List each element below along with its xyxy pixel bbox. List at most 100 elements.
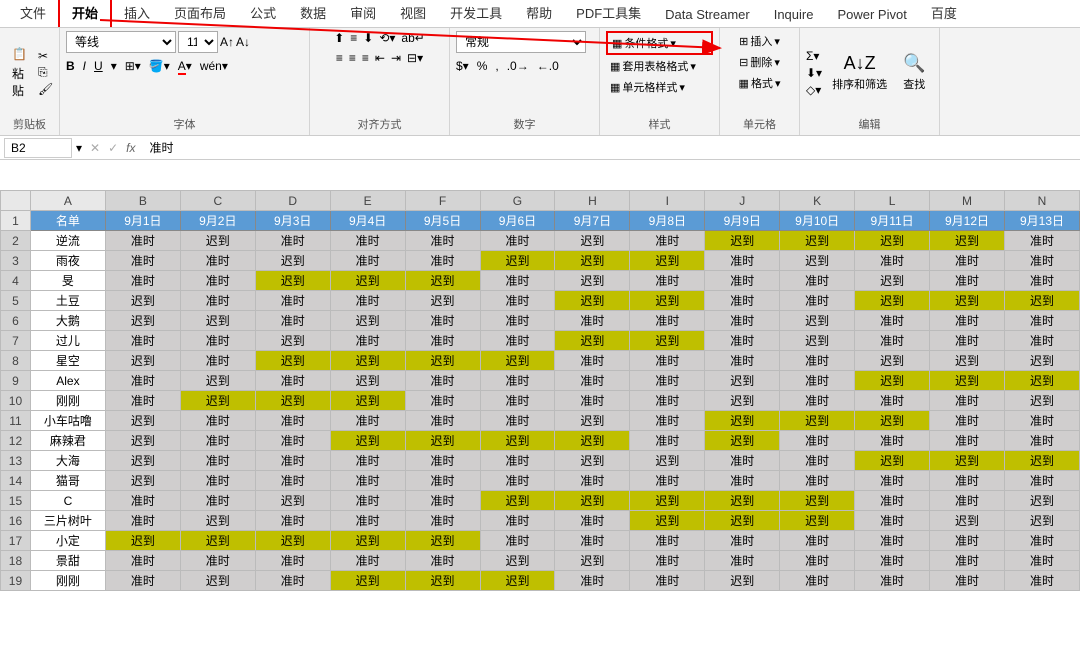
data-cell[interactable]: 准时 [705, 551, 780, 571]
data-cell[interactable]: 迟到 [330, 571, 405, 591]
data-cell[interactable]: 准时 [855, 391, 930, 411]
data-cell[interactable]: 迟到 [1004, 511, 1079, 531]
data-cell[interactable]: 迟到 [930, 291, 1005, 311]
data-cell[interactable]: 准时 [855, 251, 930, 271]
data-cell[interactable]: 准时 [255, 311, 330, 331]
data-cell[interactable]: 迟到 [780, 331, 855, 351]
data-cell[interactable]: 准时 [330, 551, 405, 571]
data-cell[interactable]: 准时 [630, 551, 705, 571]
row-header-9[interactable]: 9 [1, 371, 31, 391]
row-header-3[interactable]: 3 [1, 251, 31, 271]
data-cell[interactable]: 迟到 [705, 431, 780, 451]
insert-cells-button[interactable]: ⊞插入▾ [735, 31, 784, 51]
col-header-F[interactable]: F [405, 191, 480, 211]
data-cell[interactable]: 准时 [180, 291, 255, 311]
font-color-icon[interactable]: A▾ [178, 59, 192, 73]
data-cell[interactable]: 准时 [930, 431, 1005, 451]
row-header-12[interactable]: 12 [1, 431, 31, 451]
row-header-18[interactable]: 18 [1, 551, 31, 571]
sort-filter-button[interactable]: A↓Z 排序和筛选 [826, 51, 893, 94]
data-cell[interactable]: 准时 [705, 311, 780, 331]
name-cell[interactable]: 大海 [30, 451, 105, 471]
data-cell[interactable]: 准时 [930, 391, 1005, 411]
data-cell[interactable]: 迟到 [105, 531, 180, 551]
data-cell[interactable]: 迟到 [555, 331, 630, 351]
data-cell[interactable]: 迟到 [855, 291, 930, 311]
tab-开始[interactable]: 开始 [58, 0, 112, 27]
tab-页面布局[interactable]: 页面布局 [162, 0, 238, 27]
data-cell[interactable]: 准时 [480, 291, 555, 311]
align-middle-icon[interactable]: ≡ [350, 31, 357, 45]
data-cell[interactable]: 迟到 [330, 431, 405, 451]
name-cell[interactable]: Alex [30, 371, 105, 391]
delete-cells-button[interactable]: ⊟删除▾ [735, 52, 784, 72]
data-cell[interactable]: 准时 [630, 531, 705, 551]
table-format-button[interactable]: ▦ 套用表格格式▾ [606, 56, 713, 76]
data-cell[interactable]: 准时 [180, 351, 255, 371]
col-header-I[interactable]: I [630, 191, 705, 211]
data-cell[interactable]: 迟到 [855, 371, 930, 391]
data-cell[interactable]: 准时 [105, 511, 180, 531]
header-cell[interactable]: 9月6日 [480, 211, 555, 231]
confirm-icon[interactable]: ✓ [108, 141, 118, 155]
number-format-select[interactable]: 常规 [456, 31, 586, 53]
data-cell[interactable]: 迟到 [630, 291, 705, 311]
tab-审阅[interactable]: 审阅 [338, 0, 388, 27]
data-cell[interactable]: 迟到 [630, 511, 705, 531]
name-cell[interactable]: 过儿 [30, 331, 105, 351]
data-cell[interactable]: 迟到 [405, 571, 480, 591]
data-cell[interactable]: 准时 [255, 371, 330, 391]
data-cell[interactable]: 准时 [855, 471, 930, 491]
data-cell[interactable]: 准时 [780, 451, 855, 471]
name-cell[interactable]: 大鹅 [30, 311, 105, 331]
col-header-G[interactable]: G [480, 191, 555, 211]
data-cell[interactable]: 迟到 [780, 251, 855, 271]
data-cell[interactable]: 迟到 [1004, 371, 1079, 391]
data-cell[interactable]: 准时 [480, 331, 555, 351]
data-cell[interactable]: 准时 [555, 531, 630, 551]
data-cell[interactable]: 准时 [930, 531, 1005, 551]
data-cell[interactable]: 迟到 [330, 391, 405, 411]
header-cell[interactable]: 9月11日 [855, 211, 930, 231]
data-cell[interactable]: 准时 [630, 271, 705, 291]
font-size-select[interactable]: 11 [178, 31, 218, 53]
name-cell[interactable]: 麻辣君 [30, 431, 105, 451]
data-cell[interactable]: 迟到 [855, 411, 930, 431]
name-cell[interactable]: 雨夜 [30, 251, 105, 271]
data-cell[interactable]: 准时 [705, 331, 780, 351]
data-cell[interactable]: 迟到 [330, 531, 405, 551]
data-cell[interactable]: 准时 [1004, 551, 1079, 571]
data-cell[interactable]: 准时 [705, 291, 780, 311]
name-cell[interactable]: 猫哥 [30, 471, 105, 491]
col-header-M[interactable]: M [930, 191, 1005, 211]
orientation-icon[interactable]: ⟲▾ [379, 31, 395, 45]
data-cell[interactable]: 迟到 [555, 431, 630, 451]
header-cell[interactable]: 9月2日 [180, 211, 255, 231]
data-cell[interactable]: 迟到 [705, 491, 780, 511]
align-top-icon[interactable]: ⬆ [334, 31, 344, 45]
data-cell[interactable]: 准时 [405, 411, 480, 431]
data-cell[interactable]: 准时 [405, 331, 480, 351]
tab-帮助[interactable]: 帮助 [514, 0, 564, 27]
data-cell[interactable]: 准时 [330, 411, 405, 431]
name-cell[interactable]: 景甜 [30, 551, 105, 571]
data-cell[interactable]: 迟到 [480, 491, 555, 511]
data-cell[interactable]: 迟到 [630, 251, 705, 271]
header-cell[interactable]: 9月8日 [630, 211, 705, 231]
data-cell[interactable]: 准时 [930, 571, 1005, 591]
col-header-E[interactable]: E [330, 191, 405, 211]
data-cell[interactable]: 准时 [480, 451, 555, 471]
col-header-K[interactable]: K [780, 191, 855, 211]
tab-数据[interactable]: 数据 [288, 0, 338, 27]
data-cell[interactable]: 准时 [780, 431, 855, 451]
data-cell[interactable]: 准时 [330, 471, 405, 491]
italic-button[interactable]: I [83, 59, 86, 73]
data-cell[interactable]: 准时 [930, 331, 1005, 351]
tab-Data Streamer[interactable]: Data Streamer [653, 2, 762, 27]
data-cell[interactable]: 准时 [780, 291, 855, 311]
align-center-icon[interactable]: ≡ [349, 51, 356, 65]
header-cell[interactable]: 9月1日 [105, 211, 180, 231]
tab-PDF工具集[interactable]: PDF工具集 [564, 0, 653, 27]
name-cell[interactable]: 刚刚 [30, 571, 105, 591]
data-cell[interactable]: 准时 [330, 511, 405, 531]
